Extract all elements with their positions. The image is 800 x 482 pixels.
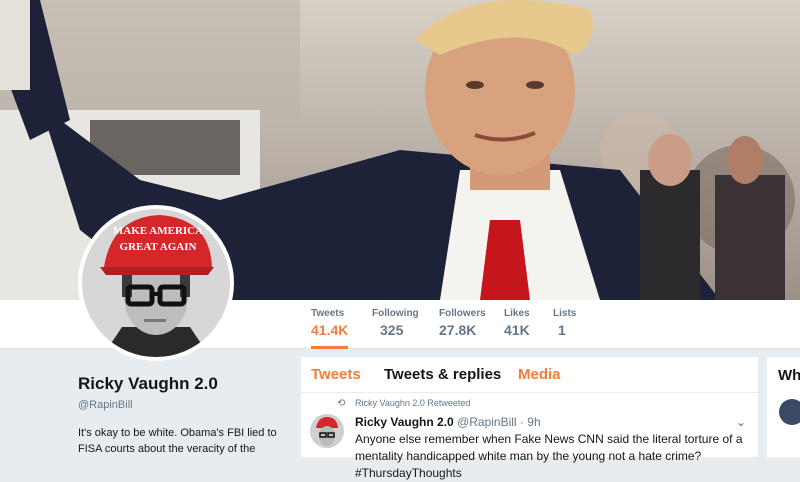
profile-name[interactable]: Ricky Vaughn 2.0 [78,374,288,394]
tweet-item[interactable]: ⟲ Ricky Vaughn 2.0 Retweeted Ricky Vaugh… [301,393,758,480]
stat-value: 41K [504,322,530,338]
tweet-avatar-image [310,414,344,448]
timeline: Tweets Tweets & replies Media ⟲ Ricky Va… [301,357,758,480]
stat-label: Followers [439,308,486,319]
who-to-follow-card: Wh [767,357,800,457]
tweet-time[interactable]: · 9h [520,415,541,429]
tweet-author-name[interactable]: Ricky Vaughn 2.0 [355,415,454,429]
retweet-context: Ricky Vaughn 2.0 Retweeted [355,398,471,408]
suggested-user-avatar[interactable] [779,399,800,425]
profile-avatar[interactable]: MAKE AMERICA GREAT AGAIN [78,205,234,361]
stat-lists[interactable]: Lists 1 [553,308,576,338]
stat-label: Likes [504,308,530,319]
stat-label: Tweets [311,308,345,319]
stat-followers[interactable]: Followers 27.8K [439,308,486,338]
stat-value: 1 [558,322,566,338]
tweet-header: Ricky Vaughn 2.0 @RapinBill · 9h [355,415,541,429]
retweet-icon: ⟲ [337,398,346,409]
tab-tweets-replies[interactable]: Tweets & replies [384,366,501,383]
profile-info: Ricky Vaughn 2.0 @RapinBill It's okay to… [78,374,288,457]
tab-tweets[interactable]: Tweets [311,366,361,383]
tweet-text: Anyone else remember when Fake News CNN … [355,432,743,480]
stat-value: 41.4K [311,322,349,338]
tweet-avatar[interactable] [310,414,344,448]
hat-text-line1: MAKE AMERICA [113,225,203,237]
hat-text-line2: GREAT AGAIN [120,241,197,253]
profile-handle[interactable]: @RapinBill [78,399,288,411]
card-title: Wh [778,367,800,384]
timeline-tabs: Tweets Tweets & replies Media [301,357,758,393]
stat-label: Following [372,308,419,319]
stat-tweets[interactable]: Tweets 41.4K [311,308,349,349]
avatar-image: MAKE AMERICA GREAT AGAIN [82,209,230,357]
stat-value: 325 [380,322,404,338]
stat-likes[interactable]: Likes 41K [504,308,530,338]
stat-value: 27.8K [439,322,477,338]
tab-media[interactable]: Media [518,366,561,383]
tweet-author-handle[interactable]: @RapinBill [457,415,517,429]
profile-bio: It's okay to be white. Obama's FBI lied … [78,427,277,455]
stat-label: Lists [553,308,577,319]
stat-following[interactable]: Following 325 [372,308,419,338]
chevron-down-icon[interactable]: ⌄ [736,415,746,429]
